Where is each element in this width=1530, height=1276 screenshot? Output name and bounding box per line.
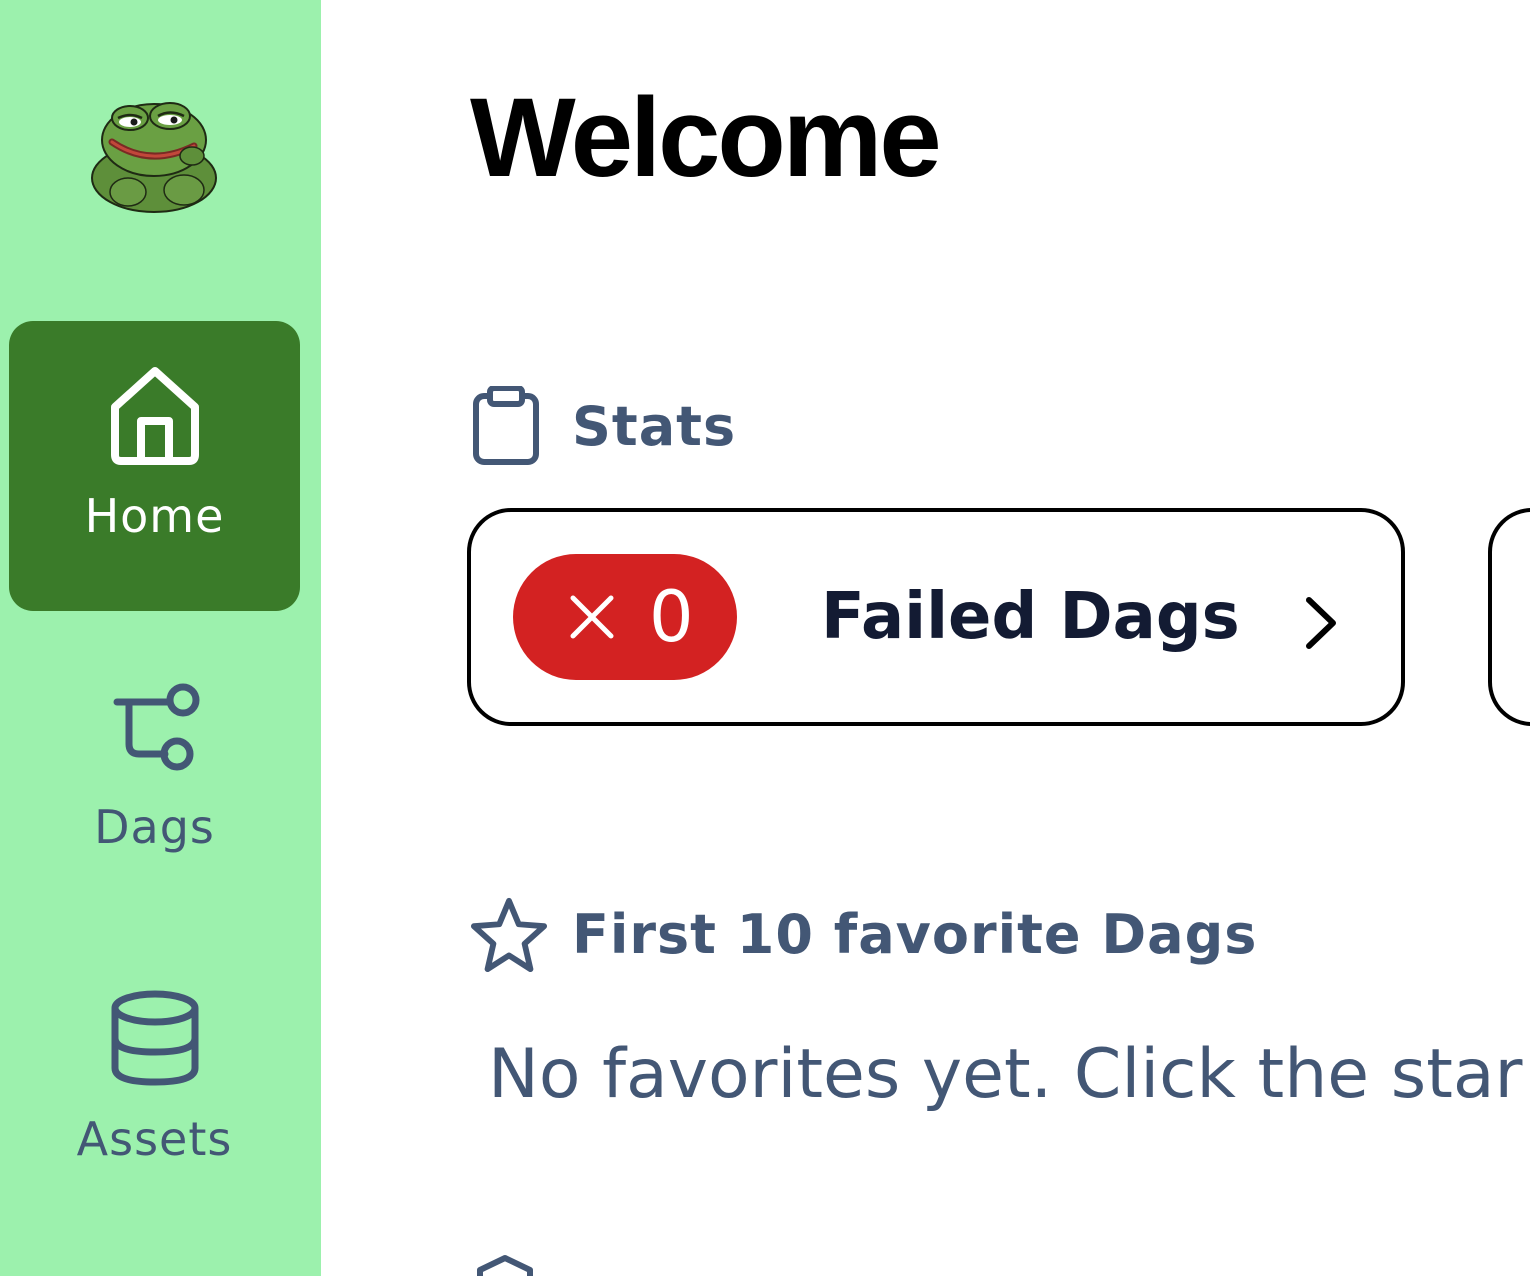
sidebar-item-dags[interactable]: Dags (9, 640, 300, 930)
stats-header: Stats (470, 386, 736, 466)
clipboard-icon (470, 386, 548, 466)
home-icon (107, 363, 203, 472)
app-window: Home Dags Assets Welcome Stats 0 Failed … (0, 0, 1530, 1276)
failed-dags-label: Failed Dags (821, 580, 1240, 654)
star-icon (470, 894, 548, 974)
sidebar: Home Dags Assets (0, 0, 321, 1276)
database-icon (107, 988, 203, 1093)
sidebar-item-home[interactable]: Home (9, 321, 300, 611)
shield-icon (470, 1252, 548, 1276)
failed-count: 0 (649, 576, 694, 658)
sidebar-item-label: Home (84, 489, 225, 543)
sidebar-item-label: Assets (76, 1112, 233, 1166)
sidebar-item-assets[interactable]: Assets (9, 950, 300, 1240)
git-branch-icon (107, 680, 203, 781)
failed-count-badge: 0 (513, 554, 737, 680)
stats-heading: Stats (572, 394, 737, 458)
failed-dags-card[interactable]: 0 Failed Dags (467, 508, 1405, 726)
favorites-header: First 10 favorite Dags (470, 894, 1257, 974)
x-icon (567, 592, 617, 647)
sidebar-item-label: Dags (94, 800, 215, 854)
favorites-empty-text: No favorites yet. Click the star i (488, 1035, 1530, 1114)
health-header (470, 1252, 548, 1276)
frog-logo[interactable] (88, 96, 222, 214)
chevron-right-icon (1303, 596, 1339, 655)
favorites-heading: First 10 favorite Dags (572, 902, 1258, 966)
page-title: Welcome (470, 75, 942, 200)
next-stat-card[interactable] (1488, 508, 1530, 726)
